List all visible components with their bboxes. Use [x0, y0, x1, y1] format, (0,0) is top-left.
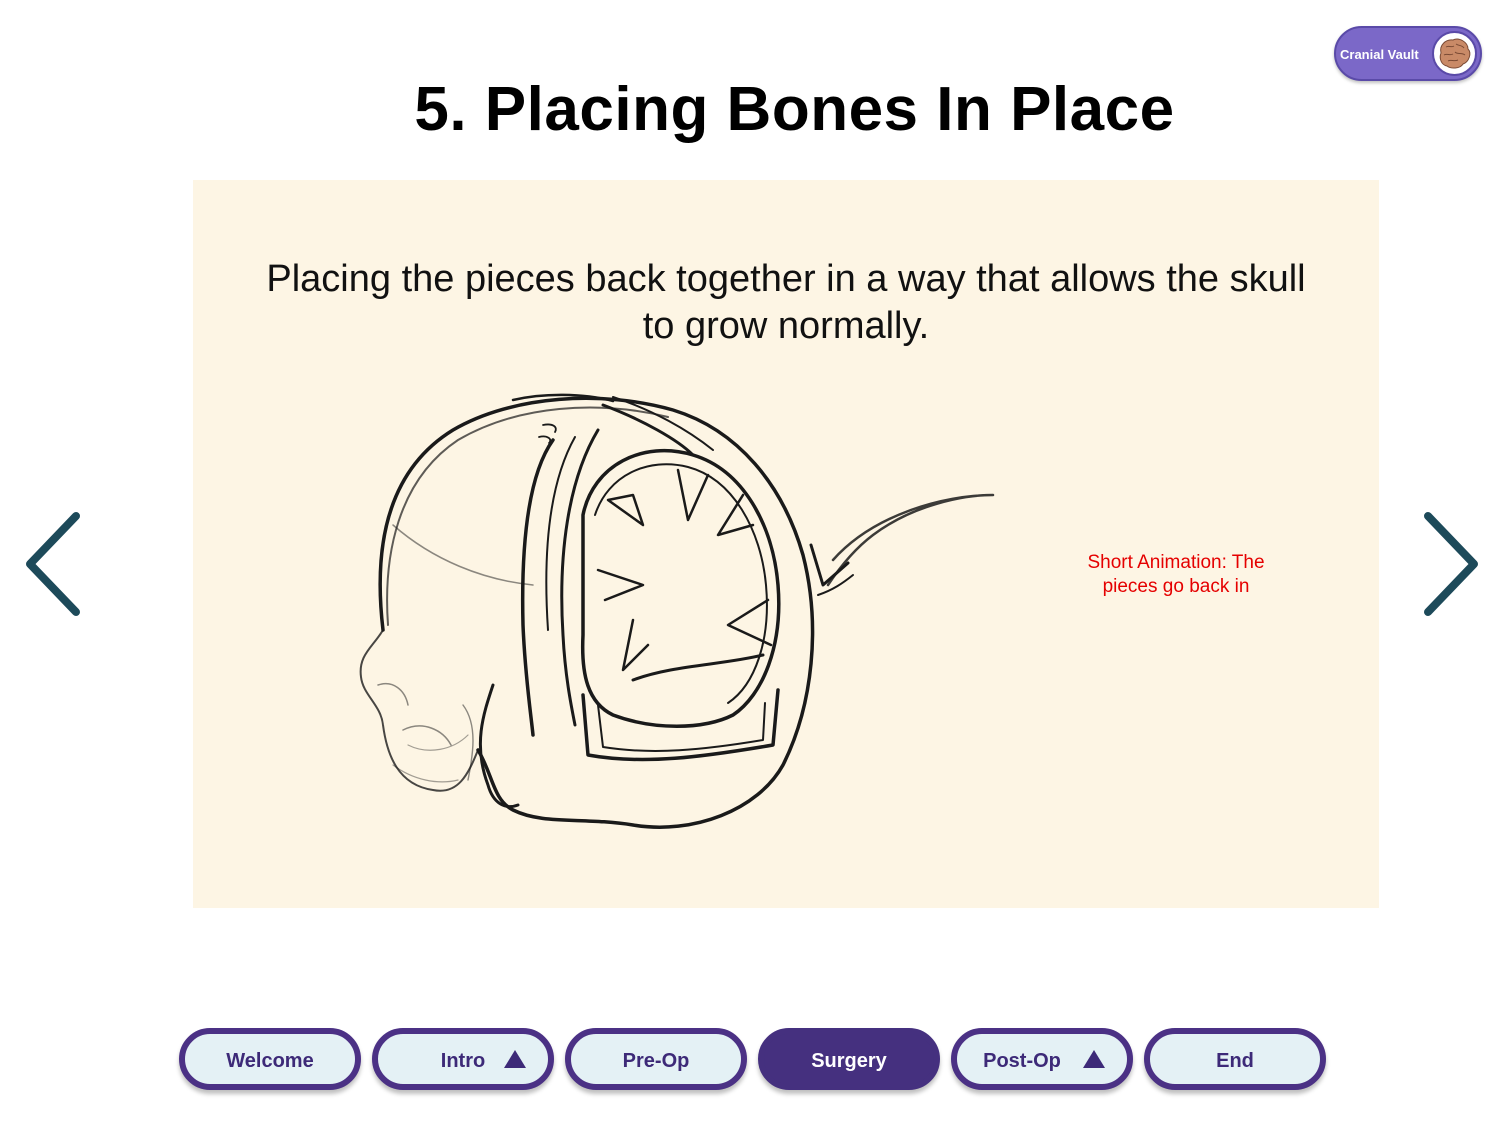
tab-label: Pre-Op [622, 1050, 690, 1072]
slide-caption: Placing the pieces back together in a wa… [266, 258, 1306, 347]
caret-up-icon[interactable] [1083, 1050, 1105, 1068]
content-panel: Placing the pieces back together in a wa… [193, 180, 1379, 908]
tab-post-op[interactable]: Post-Op [951, 1028, 1133, 1090]
badge-label: Cranial Vault [1340, 47, 1419, 62]
brain-avatar-icon [1432, 31, 1477, 76]
chevron-right-icon[interactable] [1416, 508, 1486, 620]
cranial-vault-badge[interactable]: Cranial Vault [1334, 26, 1482, 81]
tab-label: Surgery [811, 1050, 887, 1072]
page-title: 5. Placing Bones In Place [414, 75, 1175, 144]
caret-up-icon[interactable] [504, 1050, 526, 1068]
skull-sketch-icon [359, 393, 995, 829]
tab-intro[interactable]: Intro [372, 1028, 554, 1090]
tab-label: End [1216, 1050, 1254, 1072]
tab-end[interactable]: End [1144, 1028, 1326, 1090]
section-tab-bar: Welcome Intro Pre-Op Surgery Post-Op End [0, 1028, 1512, 1092]
tab-surgery[interactable]: Surgery [758, 1028, 940, 1090]
animation-note: Short Animation: The pieces go back in [1087, 552, 1265, 597]
tab-welcome[interactable]: Welcome [179, 1028, 361, 1090]
chevron-left-icon[interactable] [20, 508, 90, 620]
tab-label: Welcome [226, 1050, 314, 1072]
tab-label: Post-Op [983, 1050, 1061, 1072]
tab-pre-op[interactable]: Pre-Op [565, 1028, 747, 1090]
